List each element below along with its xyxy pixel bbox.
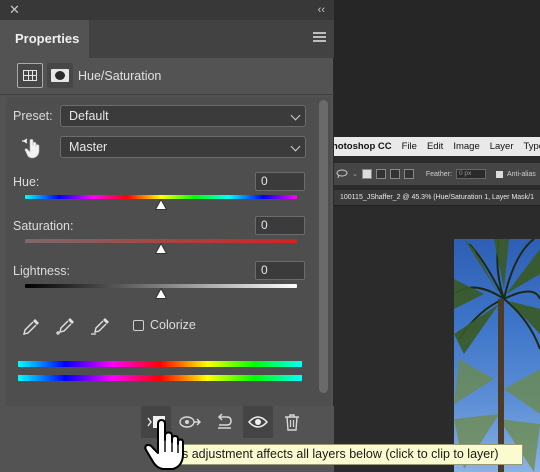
subtract-selection-button[interactable]	[389, 169, 400, 179]
app-menubar: hotoshop CC File Edit Image Layer Type	[330, 137, 540, 156]
intersect-selection-button[interactable]	[403, 169, 414, 179]
lasso-icon[interactable]	[336, 169, 348, 179]
feather-label: Feather:	[425, 170, 452, 178]
tab-properties[interactable]: Properties	[0, 20, 89, 58]
colorize-checkbox[interactable]	[133, 320, 144, 331]
background-photoshop-window: hotoshop CC File Edit Image Layer Type ⌄…	[330, 137, 540, 472]
reset-icon	[217, 413, 232, 429]
close-icon[interactable]: ✕	[9, 3, 20, 17]
app-name[interactable]: hotoshop CC	[332, 141, 392, 152]
eyedropper-minus-icon[interactable]	[91, 316, 111, 336]
antialias-label: Anti-alias	[506, 170, 536, 178]
lightness-label: Lightness:	[13, 264, 70, 278]
reset-button[interactable]	[209, 406, 239, 438]
chevron-down-icon	[290, 110, 301, 121]
eyedropper-plus-icon[interactable]	[56, 316, 76, 336]
view-previous-state-icon	[179, 416, 201, 428]
double-chevron-icon[interactable]: ‹‹	[318, 3, 325, 17]
hue-saturation-layer-icon[interactable]	[17, 63, 43, 88]
hamburger-icon[interactable]	[313, 32, 326, 42]
hue-slider-thumb[interactable]	[155, 199, 167, 210]
output-spectrum-bar	[18, 375, 302, 381]
panel-tab-row: Properties	[0, 20, 334, 58]
hue-label: Hue:	[13, 175, 40, 189]
preset-select[interactable]: Default	[60, 105, 306, 127]
chevron-down-icon	[290, 141, 301, 152]
menu-file[interactable]: File	[402, 141, 417, 152]
preset-value: Default	[69, 109, 109, 123]
eyedropper-icon[interactable]	[22, 316, 42, 336]
hand-adjust-icon[interactable]	[22, 137, 42, 159]
saturation-label: Saturation:	[13, 219, 74, 233]
properties-panel: ✕ ‹‹ Properties Hue/Saturation Preset: D…	[0, 0, 334, 472]
scrollbar-thumb[interactable]	[319, 100, 328, 393]
document-canvas-image[interactable]	[454, 239, 540, 472]
adjustment-title: Hue/Saturation	[78, 69, 162, 83]
saturation-slider-thumb[interactable]	[155, 243, 167, 254]
trash-icon	[285, 414, 299, 431]
palm-tree-photo	[454, 239, 540, 472]
layer-mask-icon[interactable]	[47, 63, 73, 88]
panel-titlebar[interactable]: ✕ ‹‹	[0, 0, 334, 20]
tooltip: s adjustment affects all layers below (c…	[173, 444, 523, 465]
delete-layer-button[interactable]	[277, 406, 307, 438]
channel-value: Master	[69, 140, 108, 154]
preset-label: Preset:	[13, 109, 53, 123]
adjustment-header: Hue/Saturation	[0, 58, 334, 95]
document-tab[interactable]: 100115_JShaffer_2 @ 45.3% (Hue/Saturatio…	[330, 190, 540, 206]
chevron-down-icon[interactable]: ⌄	[352, 170, 358, 178]
menu-layer[interactable]: Layer	[490, 141, 514, 152]
add-selection-button[interactable]	[375, 169, 386, 179]
visibility-toggle-button[interactable]	[243, 406, 273, 438]
visibility-eye-icon	[248, 416, 268, 428]
menu-image[interactable]: Image	[453, 141, 479, 152]
colorize-label: Colorize	[150, 318, 196, 332]
clip-to-layer-icon	[147, 416, 165, 428]
hue-input[interactable]: 0	[255, 172, 305, 191]
channel-select[interactable]: Master	[60, 136, 306, 158]
new-selection-button[interactable]	[361, 169, 372, 179]
antialias-checkbox[interactable]	[495, 170, 503, 178]
lightness-slider-thumb[interactable]	[155, 288, 167, 299]
clip-to-layer-button[interactable]	[141, 406, 171, 438]
saturation-input[interactable]: 0	[255, 216, 305, 235]
options-bar: ⌄ Feather: 0 px Anti-alias	[330, 163, 540, 185]
input-spectrum-bar	[18, 361, 302, 367]
menu-type[interactable]: Type	[524, 141, 540, 152]
menu-edit[interactable]: Edit	[427, 141, 443, 152]
lightness-input[interactable]: 0	[255, 261, 305, 280]
feather-input[interactable]: 0 px	[455, 169, 486, 179]
view-previous-state-button[interactable]	[175, 406, 205, 438]
